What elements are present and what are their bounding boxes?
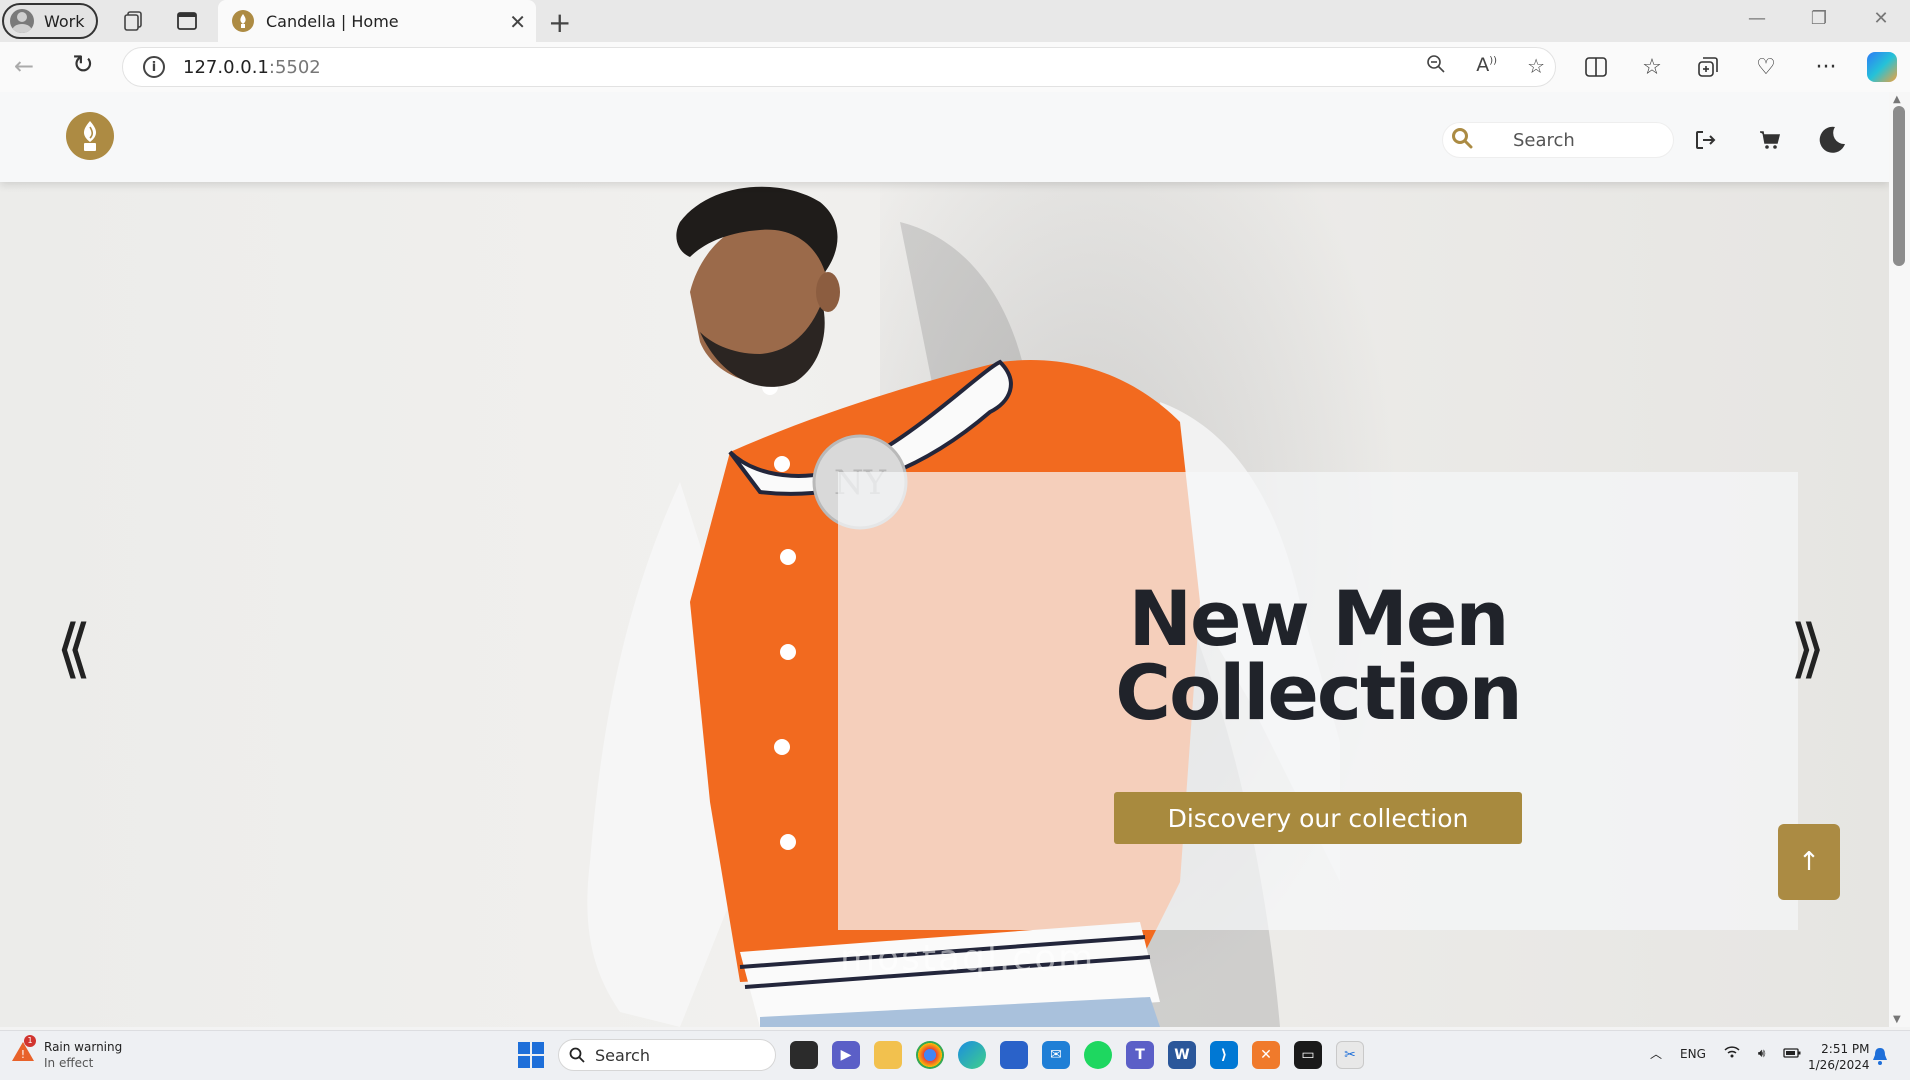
site-info-icon[interactable]: i: [143, 56, 165, 78]
close-window-icon[interactable]: ✕: [1866, 8, 1896, 29]
clock-time: 2:51 PM: [1821, 1042, 1870, 1056]
site-navbar: [0, 92, 1889, 182]
taskbar-search-label: Search: [595, 1045, 650, 1065]
tab-close-icon[interactable]: ✕: [509, 10, 526, 34]
scroll-down-icon[interactable]: ▼: [1893, 1014, 1901, 1025]
terminal-icon[interactable]: ▭: [1294, 1041, 1322, 1069]
hero-title-line2: Collection: [1115, 648, 1522, 737]
site-search[interactable]: [1442, 122, 1674, 158]
zoom-out-icon[interactable]: [1426, 54, 1446, 79]
clock-date: 1/26/2024: [1808, 1058, 1870, 1072]
page-scrollbar[interactable]: ▲ ▼: [1889, 92, 1910, 1027]
scroll-to-top-button[interactable]: ↑: [1778, 824, 1840, 900]
vertical-tabs-icon[interactable]: [174, 8, 200, 34]
read-aloud-icon[interactable]: A)): [1476, 54, 1497, 79]
browser-toolbar: ← ↻ i 127.0.0.1:5502 A)) ☆ ☆ ♡ ···: [0, 42, 1910, 92]
profile-button[interactable]: Work: [2, 3, 98, 39]
system-clock[interactable]: 2:51 PM 1/26/2024: [1808, 1041, 1870, 1073]
workspaces-icon[interactable]: [120, 8, 146, 34]
candle-favicon-icon: [232, 10, 254, 32]
split-screen-icon[interactable]: [1580, 51, 1612, 83]
search-input[interactable]: [1513, 129, 1673, 151]
hero-title: New Men Collection: [1068, 581, 1568, 731]
notification-bell-icon[interactable]: [1872, 1047, 1888, 1069]
file-explorer-icon[interactable]: [874, 1041, 902, 1069]
vscode-icon[interactable]: ⟩: [1210, 1041, 1238, 1069]
taskbar-search[interactable]: Search: [558, 1039, 776, 1071]
new-tab-icon[interactable]: +: [548, 6, 571, 39]
back-icon[interactable]: ←: [14, 52, 34, 80]
webpage: NY New Men Collection Discovery our coll…: [0, 92, 1889, 1027]
mail-icon[interactable]: ✉: [1042, 1041, 1070, 1069]
search-icon: [1451, 127, 1473, 153]
cart-icon[interactable]: [1756, 126, 1784, 154]
windows-taskbar: ! 1 Rain warning In effect Search ▶ ✉ T …: [0, 1030, 1910, 1080]
task-view-icon[interactable]: [790, 1041, 818, 1069]
browser-tab-bar: Work Candella | Home ✕ + — ❐ ✕: [0, 0, 1910, 42]
favorites-icon[interactable]: ☆: [1636, 51, 1668, 83]
favorite-star-icon[interactable]: ☆: [1527, 54, 1545, 79]
scroll-up-icon[interactable]: ▲: [1893, 94, 1901, 105]
xampp-icon[interactable]: ✕: [1252, 1041, 1280, 1069]
spotify-icon[interactable]: [1084, 1041, 1112, 1069]
wifi-icon[interactable]: [1724, 1045, 1740, 1062]
taskbar-search-icon: [569, 1047, 585, 1063]
restore-icon[interactable]: ❐: [1804, 8, 1834, 29]
slider-next-icon[interactable]: ⟫: [1790, 612, 1826, 686]
tab-title: Candella | Home: [266, 11, 399, 31]
dark-mode-moon-icon[interactable]: [1816, 124, 1848, 156]
profile-label: Work: [44, 11, 85, 31]
windows-start-icon[interactable]: [518, 1042, 544, 1068]
word-icon[interactable]: W: [1168, 1041, 1196, 1069]
weather-warning-icon: ! 1: [10, 1035, 36, 1065]
language-indicator[interactable]: ENG: [1680, 1047, 1706, 1061]
reload-icon[interactable]: ↻: [72, 50, 94, 80]
logout-icon[interactable]: [1692, 126, 1720, 154]
edge-icon[interactable]: [958, 1041, 986, 1069]
teams-chat-icon[interactable]: ▶: [832, 1041, 860, 1069]
tab-candella-home[interactable]: Candella | Home ✕: [218, 0, 536, 42]
profile-avatar-icon: [10, 9, 34, 33]
candella-logo-icon[interactable]: [66, 112, 114, 160]
hero-slider: NY New Men Collection Discovery our coll…: [0, 182, 1889, 1027]
battery-icon[interactable]: [1783, 1047, 1801, 1061]
microsoft-store-icon[interactable]: [1000, 1041, 1028, 1069]
volume-icon[interactable]: 🔊︎: [1758, 1046, 1766, 1061]
chrome-icon[interactable]: [916, 1041, 944, 1069]
copilot-icon[interactable]: [1866, 51, 1898, 83]
weather-subtitle: In effect: [44, 1056, 94, 1070]
minimize-icon[interactable]: —: [1742, 8, 1772, 29]
discover-collection-button[interactable]: Discovery our collection: [1114, 792, 1522, 844]
more-menu-icon[interactable]: ···: [1810, 51, 1842, 83]
collections-icon[interactable]: [1692, 51, 1724, 83]
weather-widget[interactable]: ! 1 Rain warning In effect: [10, 1035, 123, 1071]
url-text: 127.0.0.1:5502: [183, 56, 321, 78]
teams-icon[interactable]: T: [1126, 1041, 1154, 1069]
svg-text:!: !: [21, 1048, 25, 1061]
snipping-tool-icon[interactable]: ✂: [1336, 1041, 1364, 1069]
weather-badge: 1: [24, 1035, 36, 1047]
watermark-text: mostaql.com: [840, 938, 1096, 979]
tray-chevron-icon[interactable]: ︿: [1650, 1045, 1662, 1062]
address-bar[interactable]: i 127.0.0.1:5502 A)) ☆: [122, 47, 1556, 87]
browser-essentials-icon[interactable]: ♡: [1750, 51, 1782, 83]
weather-title: Rain warning: [44, 1040, 123, 1054]
scroll-thumb[interactable]: [1893, 106, 1905, 266]
slider-prev-icon[interactable]: ⟪: [56, 612, 92, 686]
